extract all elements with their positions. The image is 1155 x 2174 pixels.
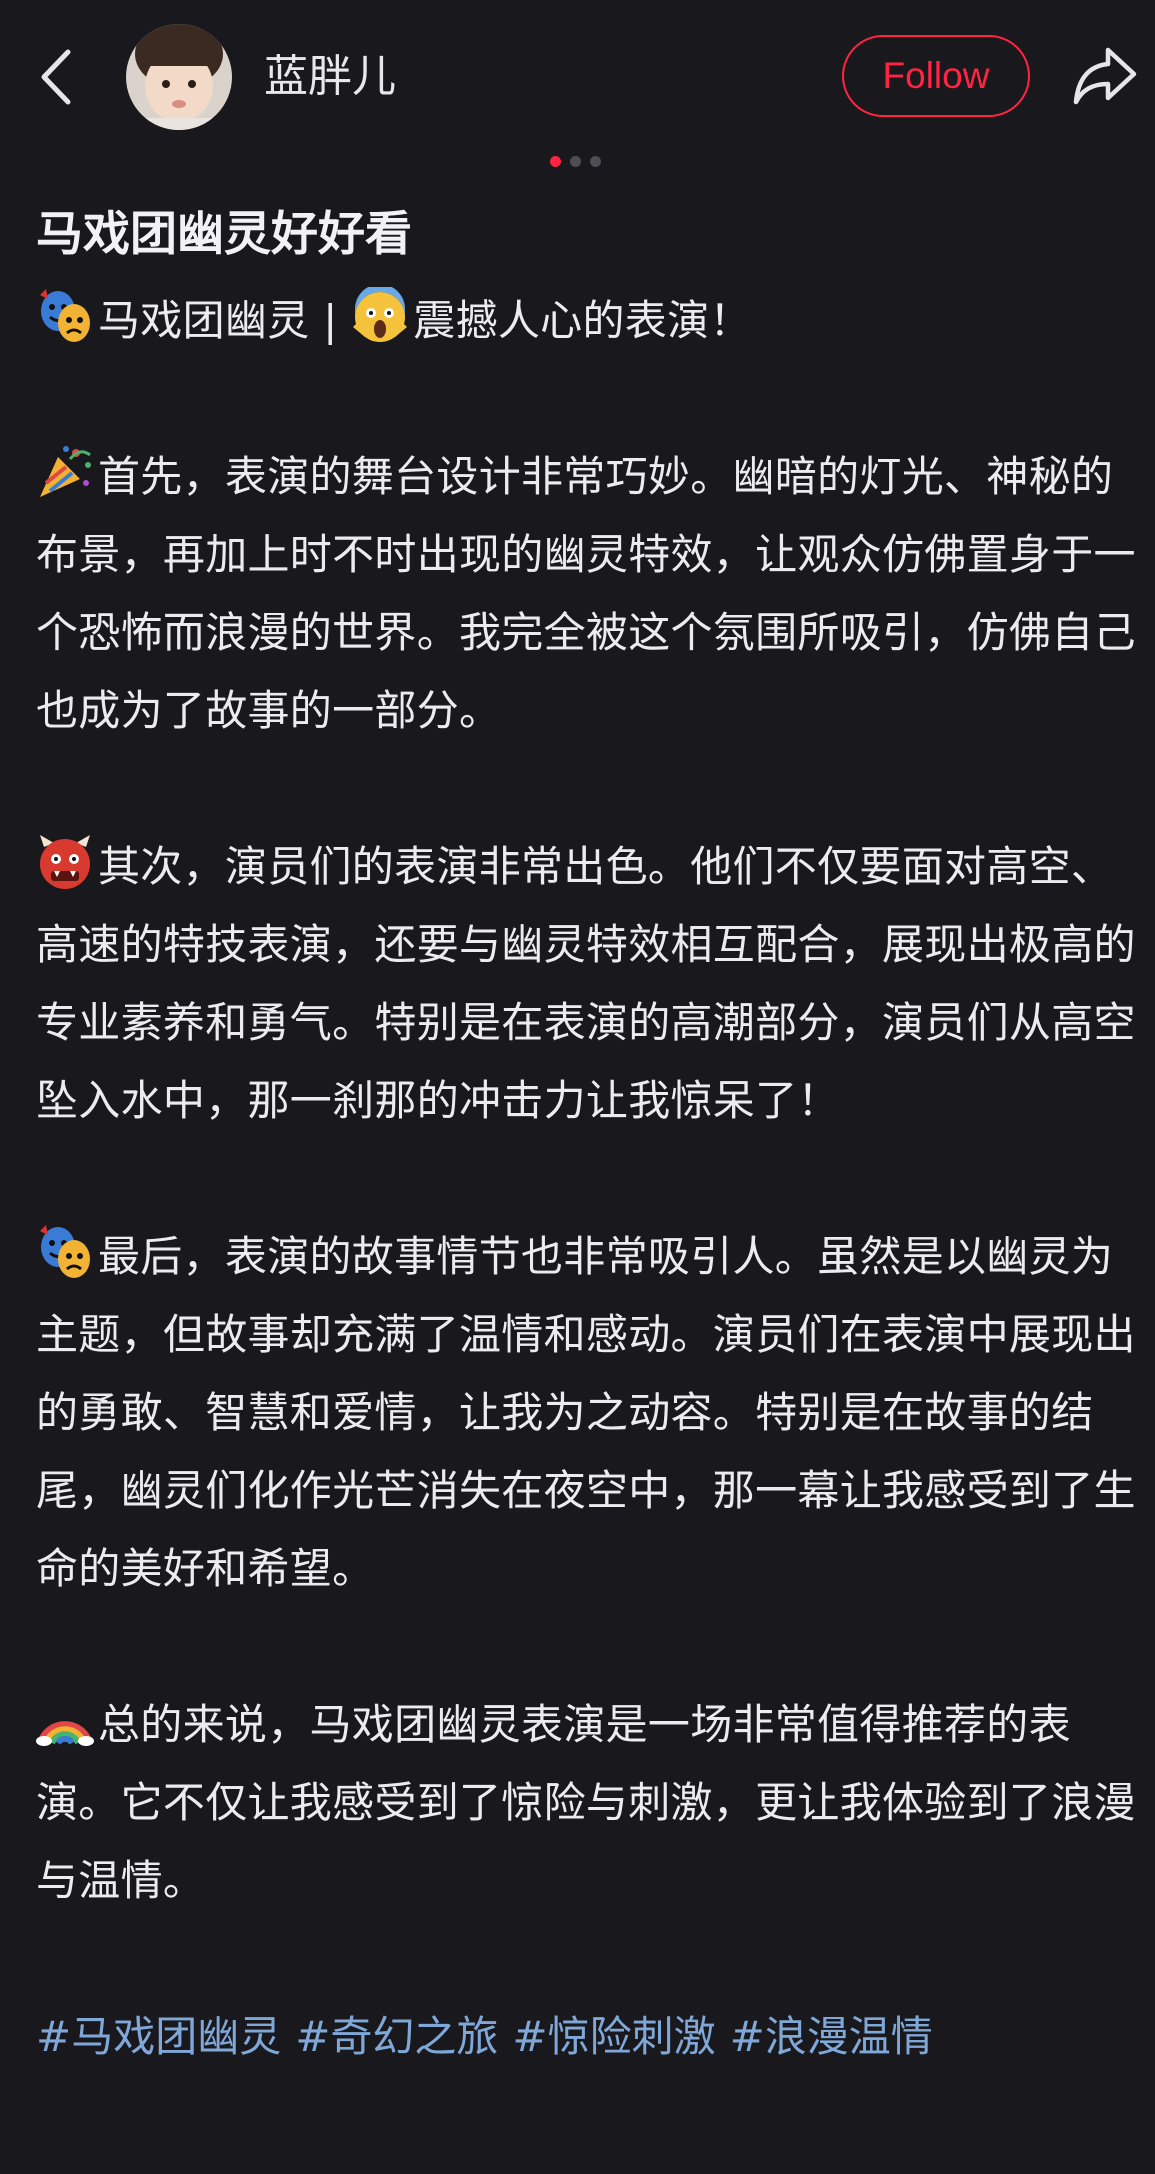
post-paragraph: 最后，表演的故事情节也非常吸引人。虽然是以幽灵为主题，但故事却充满了温情和感动。… <box>36 1218 1136 1608</box>
performing-arts-emoji-icon <box>40 1225 90 1278</box>
carousel-dot <box>590 156 601 167</box>
image-carousel-indicator <box>550 156 620 168</box>
post-paragraph: 首先，表演的舞台设计非常巧妙。幽暗的灯光、神秘的布景，再加上时不时出现的幽灵特效… <box>36 438 1136 750</box>
intro-text-1: 马戏团幽灵 | <box>98 296 352 345</box>
follow-button[interactable]: Follow <box>842 35 1030 117</box>
rainbow-emoji-icon <box>36 1721 94 1746</box>
back-chevron-icon[interactable] <box>36 46 76 108</box>
intro-text-2: 震撼人心的表演！ <box>413 296 752 345</box>
hashtag-link[interactable]: #奇幻之旅 <box>295 2012 498 2061</box>
screaming-face-emoji-icon <box>353 287 408 342</box>
carousel-dot <box>570 156 581 167</box>
carousel-dot-active <box>550 156 561 167</box>
hashtag-link[interactable]: #浪漫温情 <box>730 2012 933 2061</box>
post-content: 马戏团幽灵好好看 马戏团幽灵 | 震撼人心的表演！ 首先，表演的舞台设计非常巧妙… <box>36 200 1136 2076</box>
hashtag-link[interactable]: #惊险刺激 <box>512 2012 715 2061</box>
ogre-emoji-icon <box>40 835 90 889</box>
hashtag-list: #马戏团幽灵 #奇幻之旅 #惊险刺激 #浪漫温情 <box>36 1998 1136 2076</box>
paragraph-text: 其次，演员们的表演非常出色。他们不仅要面对高空、高速的特技表演，还要与幽灵特效相… <box>36 842 1136 1125</box>
party-popper-emoji-icon <box>40 446 91 497</box>
post-title: 马戏团幽灵好好看 <box>36 207 412 262</box>
share-icon[interactable] <box>1070 40 1140 110</box>
performing-arts-emoji-icon <box>40 289 90 342</box>
author-username[interactable]: 蓝胖儿 <box>264 48 396 106</box>
paragraph-text: 总的来说，马戏团幽灵表演是一场非常值得推荐的表演。它不仅让我感受到了惊险与刺激，… <box>36 1700 1136 1905</box>
paragraph-text: 最后，表演的故事情节也非常吸引人。虽然是以幽灵为主题，但故事却充满了温情和感动。… <box>36 1232 1136 1593</box>
author-avatar[interactable] <box>126 24 232 130</box>
post-paragraph: 总的来说，马戏团幽灵表演是一场非常值得推荐的表演。它不仅让我感受到了惊险与刺激，… <box>36 1686 1136 1920</box>
paragraph-text: 首先，表演的舞台设计非常巧妙。幽暗的灯光、神秘的布景，再加上时不时出现的幽灵特效… <box>36 452 1136 735</box>
post-intro: 马戏团幽灵 | 震撼人心的表演！ <box>36 282 1136 360</box>
hashtag-link[interactable]: #马戏团幽灵 <box>36 2012 281 2061</box>
top-bar: 蓝胖儿 Follow <box>0 0 1155 155</box>
post-paragraph: 其次，演员们的表演非常出色。他们不仅要面对高空、高速的特技表演，还要与幽灵特效相… <box>36 828 1136 1140</box>
